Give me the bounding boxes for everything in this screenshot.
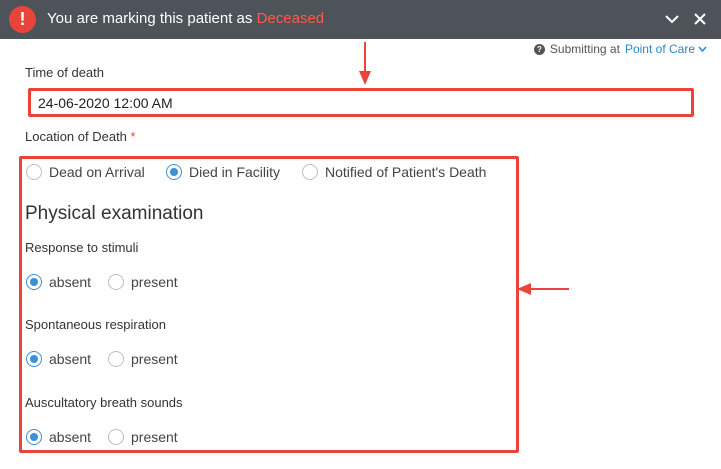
radio-circle [166, 164, 182, 180]
annotation-arrow-left [517, 283, 569, 295]
response-to-stimuli-label: Response to stimuli [25, 240, 139, 255]
submitting-at-info: ? Submitting at Point of Care [533, 42, 707, 56]
location-of-death-label: Location of Death * [25, 129, 136, 144]
radio-died-in-facility[interactable]: Died in Facility [166, 164, 280, 180]
help-icon: ? [533, 43, 545, 55]
location-selector[interactable]: Point of Care [625, 42, 707, 56]
radio-circle [302, 164, 318, 180]
radio-circle [108, 429, 124, 445]
radio-label: present [131, 429, 178, 445]
radio-breath-sounds-absent[interactable]: absent [26, 429, 91, 445]
time-of-death-label: Time of death [25, 65, 105, 80]
spontaneous-respiration-label: Spontaneous respiration [25, 317, 166, 332]
collapse-button[interactable] [661, 8, 683, 30]
radio-respiration-absent[interactable]: absent [26, 351, 91, 367]
physical-examination-title: Physical examination [25, 203, 204, 224]
radio-circle [108, 351, 124, 367]
radio-stimuli-present[interactable]: present [108, 274, 178, 290]
dialog-header: ! You are marking this patient as Deceas… [0, 0, 721, 39]
location-name: Point of Care [624, 42, 695, 56]
radio-notified-of-death[interactable]: Notified of Patient's Death [302, 164, 486, 180]
radio-label: absent [49, 274, 92, 290]
auscultatory-breath-sounds-label: Auscultatory breath sounds [25, 395, 183, 410]
time-of-death-input[interactable] [28, 88, 694, 117]
radio-label: Dead on Arrival [49, 164, 145, 180]
radio-circle [26, 351, 42, 367]
annotation-arrow-down [359, 42, 371, 85]
radio-circle [26, 429, 42, 445]
required-marker: * [130, 129, 136, 144]
radio-circle [26, 274, 42, 290]
radio-label: absent [49, 351, 92, 367]
radio-label: present [131, 351, 178, 367]
header-message: You are marking this patient as Deceased [47, 10, 324, 27]
radio-label: absent [49, 429, 92, 445]
close-icon [694, 13, 706, 25]
close-button[interactable] [689, 8, 711, 30]
submitting-at-label: Submitting at [549, 42, 620, 56]
location-of-death-text: Location of Death [25, 129, 127, 144]
radio-respiration-present[interactable]: present [108, 351, 178, 367]
chevron-down-icon [698, 46, 707, 52]
radio-label: Notified of Patient's Death [325, 164, 487, 180]
radio-label: present [131, 274, 178, 290]
chevron-down-icon [665, 15, 679, 24]
radio-circle [26, 164, 42, 180]
mark-deceased-dialog: ! You are marking this patient as Deceas… [0, 0, 721, 469]
radio-dead-on-arrival[interactable]: Dead on Arrival [26, 164, 145, 180]
radio-circle [108, 274, 124, 290]
deceased-status-text: Deceased [256, 10, 325, 27]
radio-label: Died in Facility [189, 164, 281, 180]
radio-stimuli-absent[interactable]: absent [26, 274, 91, 290]
warning-icon: ! [9, 6, 36, 33]
radio-breath-sounds-present[interactable]: present [108, 429, 178, 445]
header-message-prefix: You are marking this patient as [47, 10, 257, 27]
